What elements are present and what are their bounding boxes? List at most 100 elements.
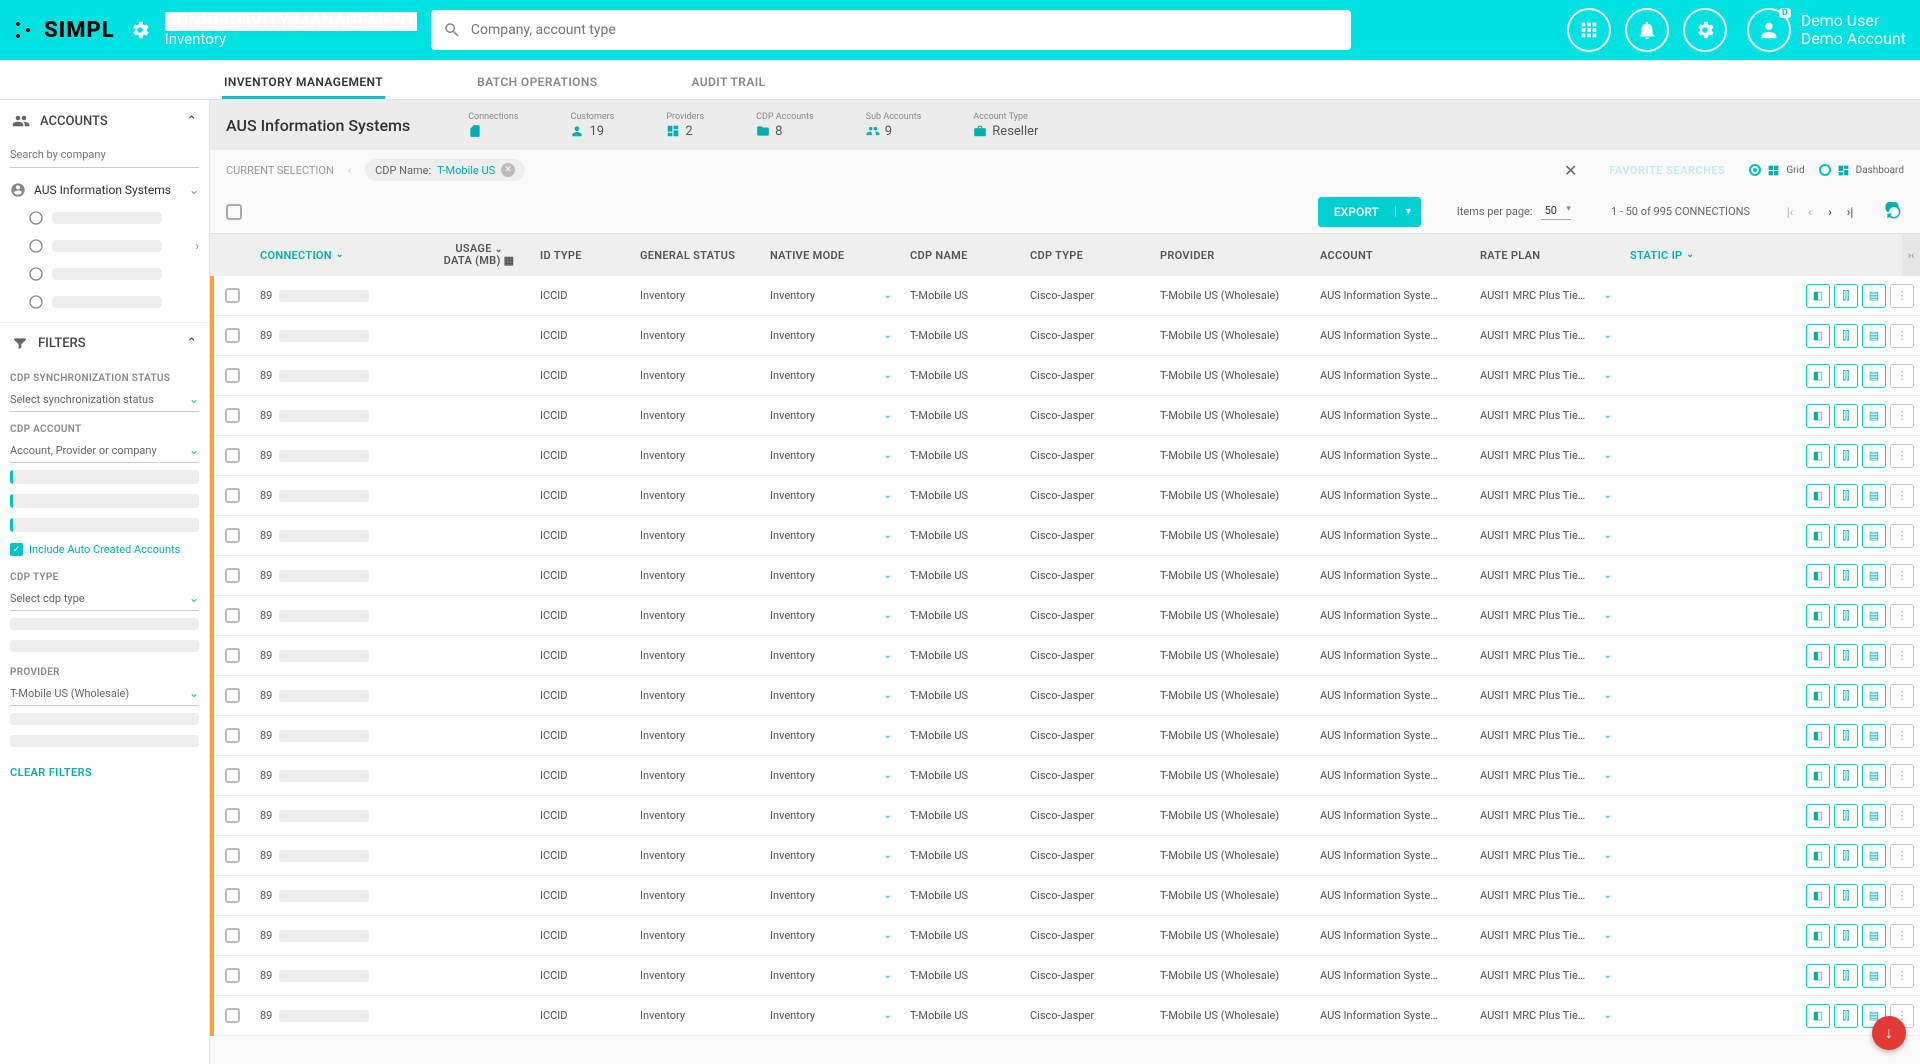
row-more-button[interactable]: ⋮: [1890, 924, 1914, 948]
filter-option-placeholder[interactable]: [10, 618, 199, 630]
filter-provider-select[interactable]: T-Mobile US (Wholesale)⌄: [10, 681, 199, 706]
row-more-button[interactable]: ⋮: [1890, 364, 1914, 388]
row-more-button[interactable]: ⋮: [1890, 724, 1914, 748]
row-checkbox[interactable]: [225, 328, 240, 343]
row-card-button[interactable]: ▤: [1862, 284, 1886, 308]
cell-native-mode[interactable]: Inventory⌄: [764, 969, 904, 982]
table-row[interactable]: 89ICCIDInventoryInventory⌄T-Mobile USCis…: [210, 836, 1920, 876]
row-more-button[interactable]: ⋮: [1890, 964, 1914, 988]
row-usage-button[interactable]: ⫿⫿: [1834, 364, 1858, 388]
col-cdp-name[interactable]: CDP NAME: [904, 249, 1024, 262]
cell-rate-plan[interactable]: AUSI1 MRC Plus Tie…⌄: [1474, 809, 1624, 822]
cell-native-mode[interactable]: Inventory⌄: [764, 329, 904, 342]
cell-rate-plan[interactable]: AUSI1 MRC Plus Tie…⌄: [1474, 769, 1624, 782]
row-more-button[interactable]: ⋮: [1890, 564, 1914, 588]
row-checkbox[interactable]: [225, 1008, 240, 1023]
view-dashboard-radio[interactable]: [1819, 164, 1831, 176]
notifications-button[interactable]: [1625, 8, 1669, 52]
row-card-button[interactable]: ▤: [1862, 964, 1886, 988]
row-more-button[interactable]: ⋮: [1890, 844, 1914, 868]
filter-option-placeholder[interactable]: [10, 735, 199, 747]
row-usage-button[interactable]: ⫿⫿: [1834, 684, 1858, 708]
table-row[interactable]: 89ICCIDInventoryInventory⌄T-Mobile USCis…: [210, 556, 1920, 596]
row-usage-button[interactable]: ⫿⫿: [1834, 524, 1858, 548]
view-grid-radio[interactable]: [1749, 164, 1761, 176]
items-per-page-select[interactable]: 50: [1541, 204, 1571, 220]
col-connection[interactable]: CONNECTION⌄: [254, 249, 424, 262]
pager-next[interactable]: ›: [1822, 205, 1838, 219]
accounts-header[interactable]: ACCOUNTS ⌃: [0, 100, 209, 142]
cell-native-mode[interactable]: Inventory⌄: [764, 729, 904, 742]
filter-cdp-account-select[interactable]: Account, Provider or company⌄: [10, 438, 199, 463]
cell-rate-plan[interactable]: AUSI1 MRC Plus Tie…⌄: [1474, 889, 1624, 902]
cell-native-mode[interactable]: Inventory⌄: [764, 1009, 904, 1022]
row-card-button[interactable]: ▤: [1862, 324, 1886, 348]
cell-native-mode[interactable]: Inventory⌄: [764, 489, 904, 502]
clear-selection-button[interactable]: ✕: [1564, 161, 1577, 180]
row-card-button[interactable]: ▤: [1862, 604, 1886, 628]
export-button[interactable]: EXPORT ▼: [1318, 197, 1421, 227]
table-row[interactable]: 89ICCIDInventoryInventory⌄T-Mobile USCis…: [210, 316, 1920, 356]
row-more-button[interactable]: ⋮: [1890, 684, 1914, 708]
row-detail-button[interactable]: ◧: [1806, 524, 1830, 548]
row-detail-button[interactable]: ◧: [1806, 724, 1830, 748]
accounts-search-input[interactable]: [10, 142, 199, 168]
column-settings-icon[interactable]: ▦: [504, 254, 515, 267]
row-usage-button[interactable]: ⫿⫿: [1834, 844, 1858, 868]
cell-native-mode[interactable]: Inventory⌄: [764, 369, 904, 382]
row-checkbox[interactable]: [225, 408, 240, 423]
row-checkbox[interactable]: [225, 848, 240, 863]
cell-native-mode[interactable]: Inventory⌄: [764, 889, 904, 902]
cell-native-mode[interactable]: Inventory⌄: [764, 529, 904, 542]
cell-rate-plan[interactable]: AUSI1 MRC Plus Tie…⌄: [1474, 369, 1624, 382]
row-usage-button[interactable]: ⫿⫿: [1834, 444, 1858, 468]
cell-native-mode[interactable]: Inventory⌄: [764, 649, 904, 662]
row-checkbox[interactable]: [225, 808, 240, 823]
cell-rate-plan[interactable]: AUSI1 MRC Plus Tie…⌄: [1474, 329, 1624, 342]
row-card-button[interactable]: ▤: [1862, 364, 1886, 388]
chip-remove-button[interactable]: ✕: [501, 163, 515, 177]
row-usage-button[interactable]: ⫿⫿: [1834, 1004, 1858, 1028]
pager-prev[interactable]: ‹: [1802, 205, 1818, 219]
col-provider[interactable]: PROVIDER: [1154, 249, 1314, 262]
row-detail-button[interactable]: ◧: [1806, 284, 1830, 308]
row-checkbox[interactable]: [225, 648, 240, 663]
cell-native-mode[interactable]: Inventory⌄: [764, 409, 904, 422]
clear-filters-button[interactable]: CLEAR FILTERS: [0, 752, 209, 793]
filters-header[interactable]: FILTERS ⌃: [0, 322, 209, 363]
cell-native-mode[interactable]: Inventory⌄: [764, 689, 904, 702]
row-more-button[interactable]: ⋮: [1890, 604, 1914, 628]
filter-option-placeholder[interactable]: [10, 640, 199, 652]
cell-rate-plan[interactable]: AUSI1 MRC Plus Tie…⌄: [1474, 929, 1624, 942]
row-detail-button[interactable]: ◧: [1806, 884, 1830, 908]
row-usage-button[interactable]: ⫿⫿: [1834, 644, 1858, 668]
row-detail-button[interactable]: ◧: [1806, 964, 1830, 988]
row-checkbox[interactable]: [225, 888, 240, 903]
row-detail-button[interactable]: ◧: [1806, 644, 1830, 668]
cell-native-mode[interactable]: Inventory⌄: [764, 569, 904, 582]
row-detail-button[interactable]: ◧: [1806, 604, 1830, 628]
cell-rate-plan[interactable]: AUSI1 MRC Plus Tie…⌄: [1474, 609, 1624, 622]
column-panel-toggle[interactable]: ›‹: [1902, 234, 1920, 276]
row-usage-button[interactable]: ⫿⫿: [1834, 564, 1858, 588]
global-search[interactable]: [431, 10, 1351, 50]
row-usage-button[interactable]: ⫿⫿: [1834, 764, 1858, 788]
row-usage-button[interactable]: ⫿⫿: [1834, 884, 1858, 908]
row-usage-button[interactable]: ⫿⫿: [1834, 324, 1858, 348]
row-usage-button[interactable]: ⫿⫿: [1834, 604, 1858, 628]
cell-native-mode[interactable]: Inventory⌄: [764, 849, 904, 862]
cell-native-mode[interactable]: Inventory⌄: [764, 609, 904, 622]
table-row[interactable]: 89ICCIDInventoryInventory⌄T-Mobile USCis…: [210, 916, 1920, 956]
row-checkbox[interactable]: [225, 448, 240, 463]
filter-option-placeholder[interactable]: [10, 470, 199, 484]
cell-native-mode[interactable]: Inventory⌄: [764, 449, 904, 462]
cell-rate-plan[interactable]: AUSI1 MRC Plus Tie…⌄: [1474, 969, 1624, 982]
col-usage[interactable]: USAGE ⌄ DATA (MB) ▦: [424, 243, 534, 268]
row-more-button[interactable]: ⋮: [1890, 404, 1914, 428]
row-detail-button[interactable]: ◧: [1806, 364, 1830, 388]
table-row[interactable]: 89ICCIDInventoryInventory⌄T-Mobile USCis…: [210, 676, 1920, 716]
row-card-button[interactable]: ▤: [1862, 724, 1886, 748]
col-rate-plan[interactable]: RATE PLAN: [1474, 249, 1624, 262]
table-row[interactable]: 89ICCIDInventoryInventory⌄T-Mobile USCis…: [210, 716, 1920, 756]
row-usage-button[interactable]: ⫿⫿: [1834, 804, 1858, 828]
